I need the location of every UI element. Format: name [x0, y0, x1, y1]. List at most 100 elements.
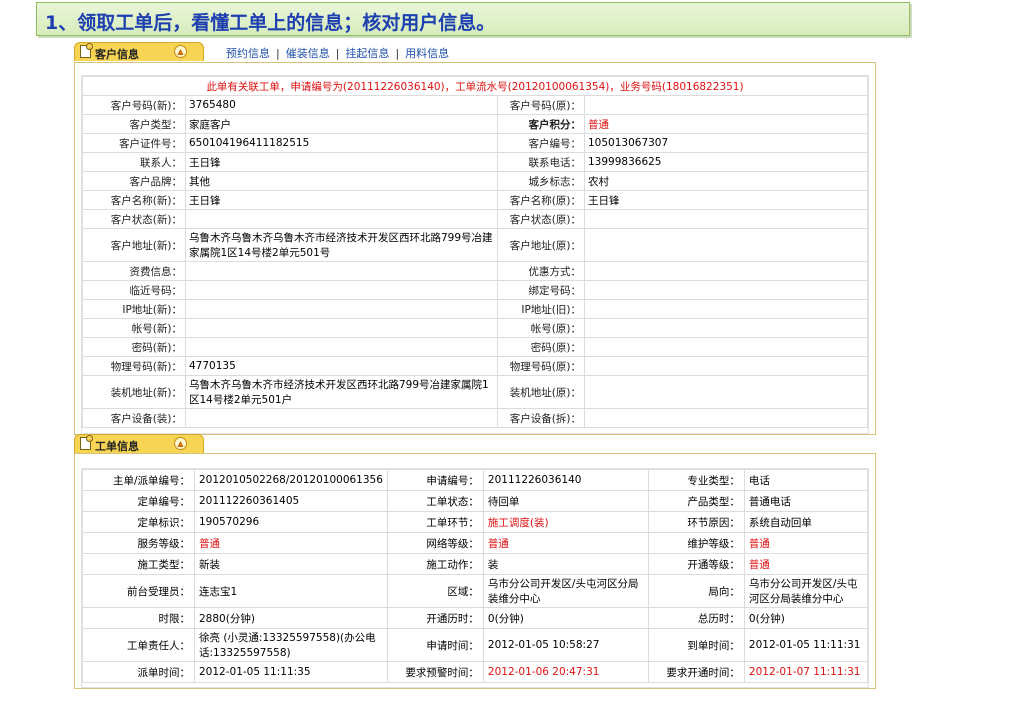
field-value: 2012-01-07 11:11:31: [743, 661, 868, 683]
field-label: 绑定号码：: [497, 280, 585, 300]
field-label: 施工类型：: [82, 553, 195, 575]
field-value: 105013067307: [584, 133, 868, 153]
field-value: 普通电话: [743, 490, 868, 512]
customer-tabbar: 客户信息 ▲ 预约信息 | 催装信息 | 挂起信息 | 用料信息: [74, 42, 874, 62]
field-label: 密码(原)：: [497, 337, 585, 357]
field-label: 资费信息：: [82, 261, 186, 281]
field-label: 帐号(新)：: [82, 318, 186, 338]
field-label: 联系电话：: [497, 152, 585, 172]
field-value: 家庭客户: [185, 114, 498, 134]
field-label: 区域：: [386, 574, 484, 608]
field-value: [185, 337, 498, 357]
field-value: [584, 280, 868, 300]
field-label: 总历时：: [647, 607, 745, 629]
field-value: [584, 209, 868, 229]
customer-row: 客户类型： 家庭客户 客户积分： 普通: [82, 114, 868, 134]
tab-customer-info[interactable]: 客户信息 ▲: [74, 42, 204, 61]
field-value: [584, 95, 868, 115]
collapse-chevron-icon[interactable]: ▲: [174, 45, 187, 58]
field-label: 客户设备(拆)：: [497, 408, 585, 428]
field-value: [185, 318, 498, 338]
field-value: 待回单: [482, 490, 649, 512]
field-label: 客户类型：: [82, 114, 186, 134]
field-label: 产品类型：: [647, 490, 745, 512]
field-label: 客户号码(原)：: [497, 95, 585, 115]
field-label: 客户品牌：: [82, 171, 186, 191]
tab-customer-info-label: 客户信息: [95, 48, 139, 61]
customer-row: 装机地址(新)： 乌鲁木齐乌鲁木齐市经济技术开发区西环北路799号冶建家属院1区1…: [82, 375, 868, 409]
field-value: [185, 280, 498, 300]
field-label: 服务等级：: [82, 532, 195, 554]
collapse-chevron-icon[interactable]: ▲: [174, 437, 187, 450]
field-value: [584, 408, 868, 428]
field-value: 20111226036140: [482, 469, 649, 491]
field-value: 普通: [743, 553, 868, 575]
field-value: 农村: [584, 171, 868, 191]
document-icon: [80, 435, 93, 450]
field-label: IP地址(新)：: [82, 299, 186, 319]
field-value: [584, 261, 868, 281]
field-value: 乌市分公司开发区/头屯河区分局装维分中心: [482, 574, 649, 608]
tab-suspend-info[interactable]: 挂起信息: [345, 47, 389, 60]
tab-appointment-info[interactable]: 预约信息: [226, 47, 270, 60]
field-value: 0(分钟): [743, 607, 868, 629]
customer-row: 客户状态(新)： 客户状态(原)：: [82, 209, 868, 229]
field-label: 物理号码(新)：: [82, 356, 186, 376]
field-value: [584, 337, 868, 357]
field-value: [185, 261, 498, 281]
field-label: 申请时间：: [386, 628, 484, 662]
document-icon: [80, 43, 93, 58]
field-label: 定单编号：: [82, 490, 195, 512]
field-label: 优惠方式：: [497, 261, 585, 281]
field-label: 客户号码(新)：: [82, 95, 186, 115]
field-label: 要求开通时间：: [647, 661, 745, 683]
field-value: 连志宝1: [194, 574, 388, 608]
field-label: 局向：: [647, 574, 745, 608]
field-value: [584, 318, 868, 338]
field-label: 客户地址(新)：: [82, 228, 186, 262]
field-label: 工单状态：: [386, 490, 484, 512]
order-row: 服务等级： 普通 网络等级： 普通 维护等级： 普通: [82, 532, 868, 554]
tab-order-info-label: 工单信息: [95, 440, 139, 453]
field-label: 环节原因：: [647, 511, 745, 533]
tab-reminder-info[interactable]: 催装信息: [286, 47, 330, 60]
order-row: 定单标识： 190570296 工单环节： 施工调度(装) 环节原因： 系统自动回单: [82, 511, 868, 533]
customer-info-scroll[interactable]: 此单有关联工单，申请编号为(20111226036140)，工单流水号(2012…: [81, 75, 869, 434]
tab-material-info[interactable]: 用料信息: [405, 47, 449, 60]
field-value: 2012010502268/20120100061356: [194, 469, 388, 491]
order-row: 主单/派单编号： 2012010502268/20120100061356 申请编号…: [82, 469, 868, 491]
field-value: [584, 375, 868, 409]
field-label: 工单责任人：: [82, 628, 195, 662]
field-label: 维护等级：: [647, 532, 745, 554]
field-value: 3765480: [185, 95, 498, 115]
tab-order-info[interactable]: 工单信息 ▲: [74, 434, 204, 453]
field-label: 客户编号：: [497, 133, 585, 153]
field-value: 190570296: [194, 511, 388, 533]
customer-row: IP地址(新)： IP地址(旧)：: [82, 299, 868, 319]
order-row: 前台受理员： 连志宝1 区域： 乌市分公司开发区/头屯河区分局装维分中心 局向： 乌市分公…: [82, 574, 868, 608]
field-label: 物理号码(原)：: [497, 356, 585, 376]
field-value: 普通: [743, 532, 868, 554]
order-info-scroll[interactable]: 主单/派单编号： 2012010502268/20120100061356 申请编号…: [81, 468, 869, 688]
order-tabbar: 工单信息 ▲: [74, 434, 874, 454]
field-value: [185, 209, 498, 229]
order-row: 施工类型： 新装 施工动作：装开通等级： 普通: [82, 553, 868, 575]
order-row: 工单责任人： 徐亮 (小灵通:13325597558)(办公电话:13325597…: [82, 628, 868, 662]
customer-row: 资费信息： 优惠方式：: [82, 261, 868, 281]
field-value: 新装: [194, 553, 388, 575]
field-value: [584, 228, 868, 262]
field-value: 装: [482, 553, 649, 575]
field-value: 王日锋: [185, 190, 498, 210]
field-label: 客户状态(原)：: [497, 209, 585, 229]
instruction-title: 1、领取工单后，看懂工单上的信息；核对用户信息。: [45, 12, 496, 34]
field-label: 帐号(原)：: [497, 318, 585, 338]
customer-row: 物理号码(新)： 4770135 物理号码(原)：: [82, 356, 868, 376]
field-label: 客户名称(新)：: [82, 190, 186, 210]
field-value: 乌市分公司开发区/头屯河区分局装维分中心: [743, 574, 868, 608]
field-value: 施工调度(装): [482, 511, 649, 533]
order-info-panel: 主单/派单编号： 2012010502268/20120100061356 申请编号…: [74, 453, 876, 689]
order-row: 派单时间： 2012-01-05 11:11:35 要求预警时间： 2012-01-0…: [82, 661, 868, 683]
field-label: 网络等级：: [386, 532, 484, 554]
customer-row: 密码(新)： 密码(原)：: [82, 337, 868, 357]
field-value: 4770135: [185, 356, 498, 376]
